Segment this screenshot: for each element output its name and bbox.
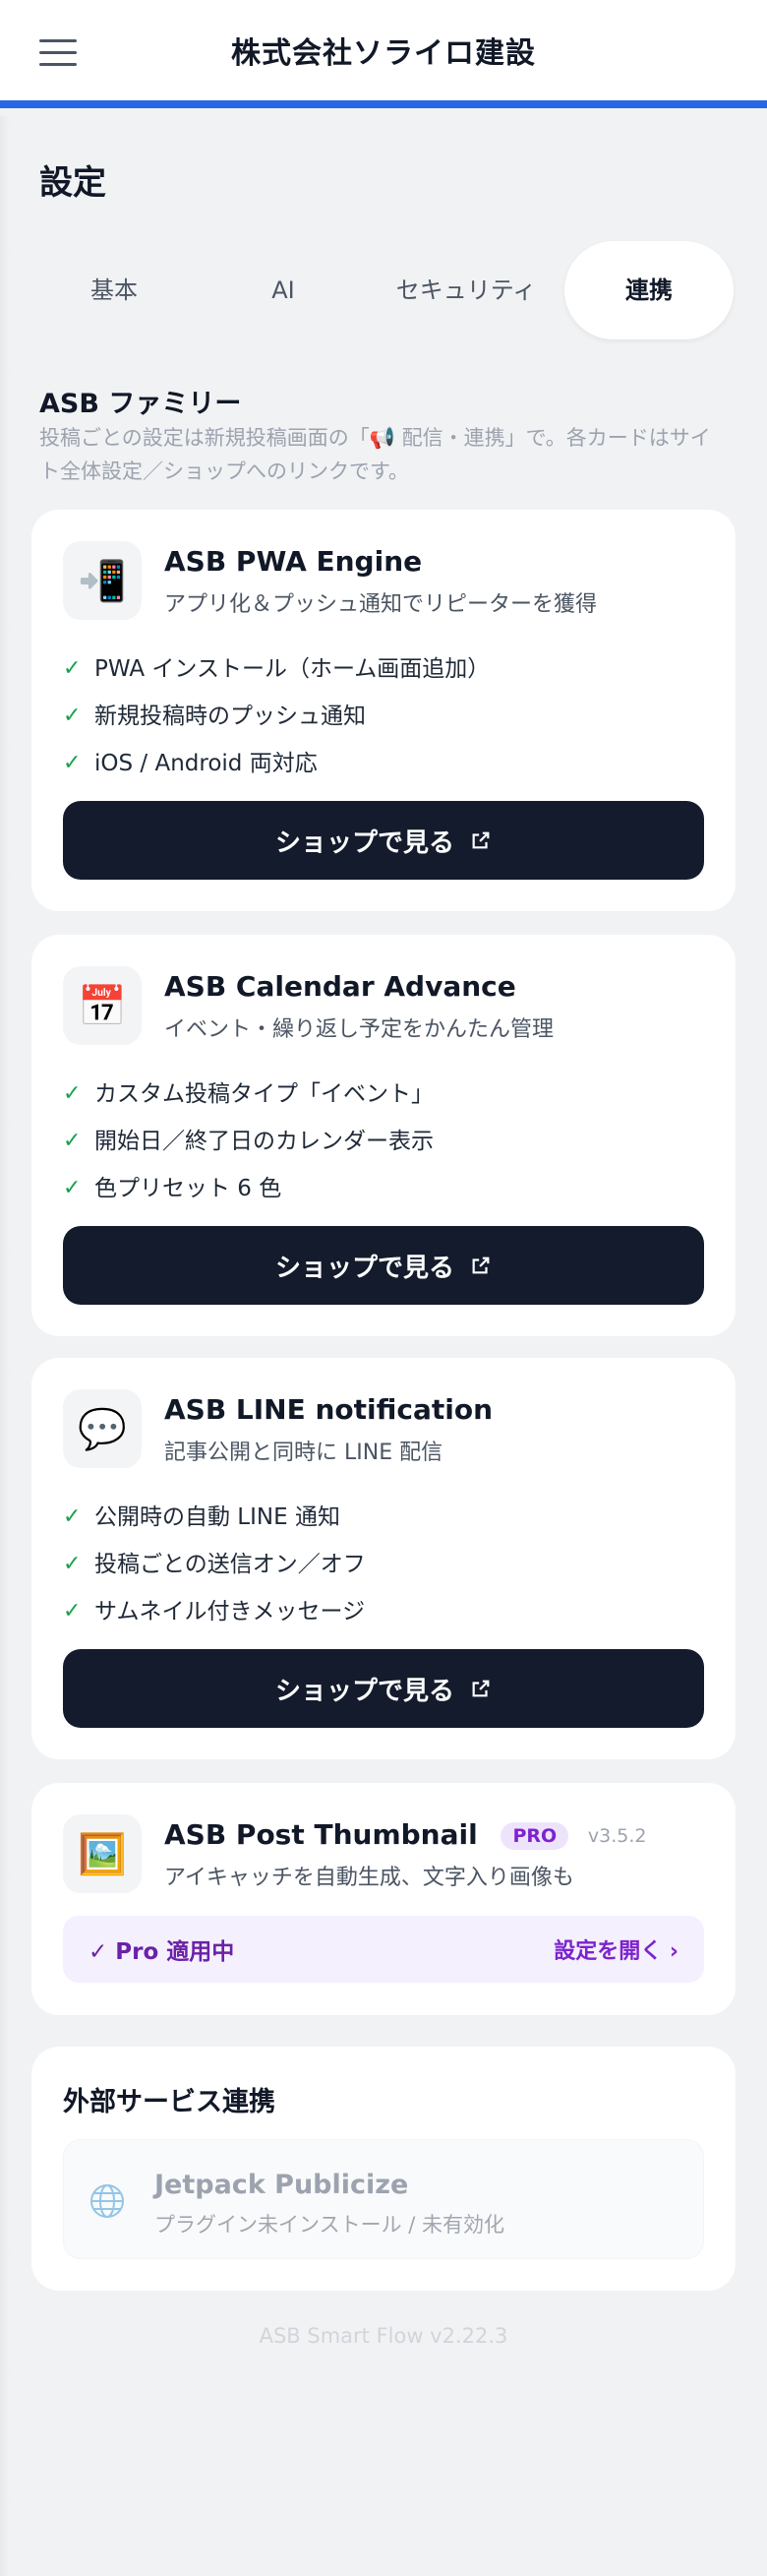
external-link-icon — [472, 1680, 490, 1697]
service-name: Jetpack Publicize — [154, 2170, 409, 2200]
check-icon: ✓ — [63, 1129, 82, 1153]
check-icon: ✓ — [63, 751, 82, 775]
globe-icon — [90, 2184, 124, 2218]
service-status: プラグイン未インストール / 未有効化 — [154, 2213, 505, 2237]
product-card-line: 💬 ASB LINE notification 記事公開と同時に LINE 配信… — [31, 1358, 736, 1759]
page-title: 設定 — [39, 163, 106, 203]
edge-shadow — [0, 116, 10, 2576]
product-subtitle: 記事公開と同時に LINE 配信 — [164, 1441, 443, 1465]
top-bar: 株式会社ソライロ建設 — [0, 0, 767, 108]
check-icon: ✓ — [63, 1081, 82, 1106]
external-services-card: 外部サービス連携 Jetpack Publicize プラグイン未インストール … — [31, 2047, 736, 2291]
product-title: ASB Post Thumbnail — [164, 1818, 478, 1851]
check-icon: ✓ — [63, 1504, 82, 1529]
tab-basic[interactable]: 基本 — [30, 241, 199, 339]
feature-item: ✓ 色プリセット 6 色 — [63, 1165, 434, 1212]
speech-bubble-icon: 💬 — [63, 1389, 142, 1468]
service-item[interactable]: Jetpack Publicize プラグイン未インストール / 未有効化 — [63, 2139, 704, 2259]
feature-item: ✓ PWA インストール（ホーム画面追加） — [63, 645, 490, 693]
feature-item: ✓ サムネイル付きメッセージ — [63, 1588, 366, 1635]
product-subtitle: アイキャッチを自動生成、文字入り画像も — [164, 1866, 574, 1890]
product-title: ASB PWA Engine — [164, 545, 423, 578]
open-settings-link[interactable]: 設定を開く › — [554, 1933, 678, 1965]
product-subtitle: アプリ化＆プッシュ通知でリピーターを獲得 — [164, 592, 598, 617]
shop-button[interactable]: ショップで見る — [63, 1649, 704, 1728]
product-title-row: ASB Post Thumbnail PRO v3.5.2 — [164, 1818, 647, 1851]
feature-item: ✓ 公開時の自動 LINE 通知 — [63, 1494, 366, 1541]
mobile-install-icon: 📲 — [63, 541, 142, 620]
shop-button[interactable]: ショップで見る — [63, 801, 704, 880]
feature-list: ✓ カスタム投稿タイプ「イベント」 ✓ 開始日／終了日のカレンダー表示 ✓ 色プリセッ… — [63, 1071, 434, 1212]
feature-item: ✓ 新規投稿時のプッシュ通知 — [63, 693, 490, 740]
check-icon: ✓ — [63, 1599, 82, 1624]
check-icon: ✓ — [63, 656, 82, 681]
section-description: 投稿ごとの設定は新規投稿画面の「📢 配信・連携」で。各カードはサイト全体設定／シ… — [39, 426, 711, 483]
product-card-pwa: 📲 ASB PWA Engine アプリ化＆プッシュ通知でリピーターを獲得 ✓ P… — [31, 510, 736, 911]
calendar-icon: 📅 — [63, 966, 142, 1045]
feature-list: ✓ 公開時の自動 LINE 通知 ✓ 投稿ごとの送信オン／オフ ✓ サムネイル付きメッ… — [63, 1494, 366, 1635]
check-icon: ✓ — [63, 1552, 82, 1576]
external-services-title: 外部サービス連携 — [63, 2087, 275, 2117]
feature-item: ✓ カスタム投稿タイプ「イベント」 — [63, 1071, 434, 1118]
version-footer: ASB Smart Flow v2.22.3 — [259, 2324, 508, 2348]
product-card-calendar: 📅 ASB Calendar Advance イベント・繰り返し予定をかんたん管… — [31, 935, 736, 1336]
pro-status: ✓ Pro 適用中 — [88, 1939, 235, 1965]
feature-item: ✓ 開始日／終了日のカレンダー表示 — [63, 1118, 434, 1165]
tab-ai[interactable]: AI — [199, 241, 368, 339]
pro-badge: PRO — [501, 1822, 569, 1850]
picture-icon: 🖼️ — [63, 1814, 142, 1893]
app-title: 株式会社ソライロ建設 — [231, 36, 536, 71]
hamburger-menu-icon[interactable] — [39, 39, 77, 69]
shop-button[interactable]: ショップで見る — [63, 1226, 704, 1305]
external-link-icon — [472, 831, 490, 849]
check-icon: ✓ — [63, 704, 82, 728]
external-link-icon — [472, 1257, 490, 1274]
feature-list: ✓ PWA インストール（ホーム画面追加） ✓ 新規投稿時のプッシュ通知 ✓ iOS … — [63, 645, 490, 787]
pro-status-bar: ✓ Pro 適用中 設定を開く › — [63, 1916, 704, 1983]
feature-item: ✓ iOS / Android 両対応 — [63, 740, 490, 787]
product-subtitle: イベント・繰り返し予定をかんたん管理 — [164, 1017, 555, 1042]
product-card-thumbnail: 🖼️ ASB Post Thumbnail PRO v3.5.2 アイキャッチを… — [31, 1783, 736, 2015]
version-label: v3.5.2 — [587, 1825, 647, 1847]
product-title: ASB LINE notification — [164, 1393, 494, 1426]
section-title: ASB ファミリー — [39, 389, 242, 419]
tab-security[interactable]: セキュリティ — [368, 241, 564, 339]
tab-integration[interactable]: 連携 — [564, 241, 734, 339]
check-icon: ✓ — [63, 1176, 82, 1200]
product-title: ASB Calendar Advance — [164, 970, 516, 1003]
settings-tabs: 基本 AI セキュリティ 連携 — [30, 241, 734, 339]
feature-item: ✓ 投稿ごとの送信オン／オフ — [63, 1541, 366, 1588]
